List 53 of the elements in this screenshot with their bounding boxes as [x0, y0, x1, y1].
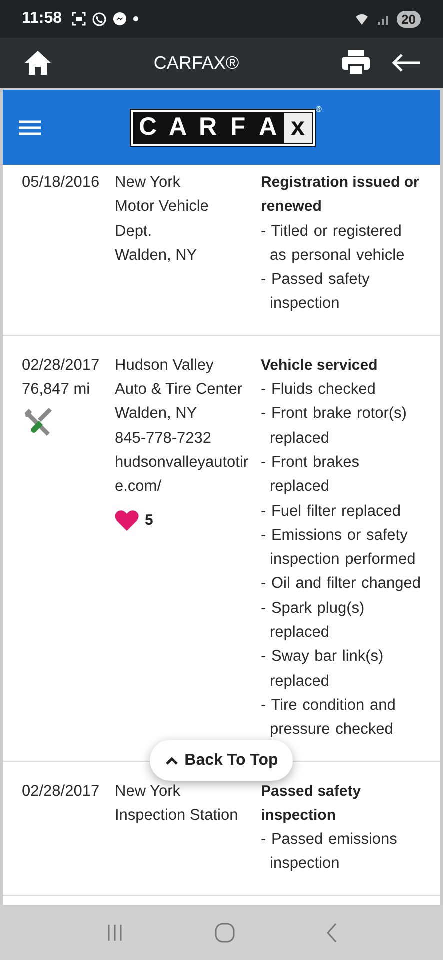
- source-line: Inspection Station: [115, 806, 240, 826]
- event-title: Registration issued or renewed: [261, 173, 420, 218]
- event-detail: - Sway bar link(s) replaced: [261, 647, 385, 692]
- event-detail: - Fluids checked: [261, 380, 377, 400]
- event-detail: - Emissions or safety inspection performed: [261, 526, 417, 570]
- source-line: Walden, NY: [115, 246, 198, 266]
- website-link[interactable]: hudsonvalleyautotire.com/: [115, 450, 261, 500]
- home-nav-icon[interactable]: [214, 922, 234, 942]
- source-line: New York: [115, 173, 182, 193]
- menu-icon[interactable]: [19, 120, 41, 136]
- wrench-screwdriver-icon: [22, 406, 54, 438]
- source-line: Walden, NY: [115, 404, 198, 424]
- app-title: CARFAX®: [152, 52, 240, 74]
- event-detail: - Titled or registered as personal vehicle: [261, 222, 406, 266]
- event-detail: - Passed emissions inspection: [261, 830, 398, 874]
- source-line: Auto & Tire Center: [115, 380, 244, 400]
- like-count: 5: [145, 512, 154, 529]
- event-title: Vehicle serviced: [261, 356, 379, 376]
- odometer: 76,847 mi: [22, 380, 92, 400]
- event-detail: - Tire condition and pressure checked: [261, 696, 397, 740]
- source-line: Dept.: [115, 222, 154, 242]
- event-detail: - Spark plug(s) replaced: [261, 598, 366, 644]
- wifi-icon: [354, 12, 371, 26]
- heart-icon: [115, 510, 139, 531]
- record-date: 05/18/2016: [22, 173, 101, 193]
- event-detail: - Front brake rotor(s) replaced: [261, 404, 408, 449]
- event-detail: - Front brakes replaced: [261, 452, 360, 498]
- print-icon[interactable]: [341, 49, 371, 77]
- screenshot-icon: [72, 12, 86, 26]
- home-icon[interactable]: [24, 50, 52, 76]
- messenger-icon: [113, 12, 128, 26]
- source-line: New York: [115, 782, 182, 802]
- battery-level: 20: [396, 10, 421, 28]
- dot-icon: [133, 16, 140, 22]
- event-title: Passed safety inspection: [261, 782, 362, 826]
- event-detail: - Fuel filter replaced: [261, 502, 402, 522]
- chevron-up-icon: [164, 756, 179, 766]
- phone-chat-icon: [92, 12, 108, 26]
- record-date: 02/28/2017: [22, 356, 101, 376]
- record-date: 02/28/2017: [22, 782, 101, 802]
- registered-mark: ®: [316, 106, 322, 114]
- source-line: Hudson Valley: [115, 356, 215, 376]
- clock: 11:58: [22, 10, 62, 28]
- signal-icon: [376, 13, 391, 25]
- back-nav-icon[interactable]: [326, 922, 338, 942]
- source-line: 845-778-7232: [115, 428, 213, 449]
- back-to-top-button[interactable]: Back To Top: [150, 740, 293, 781]
- carfax-logo: C A R F A x: [131, 110, 315, 146]
- event-detail: - Oil and filter changed: [261, 574, 421, 594]
- back-arrow-icon[interactable]: [391, 53, 421, 73]
- source-line: Motor Vehicle: [115, 197, 210, 218]
- event-detail: - Passed safety inspection: [261, 270, 371, 314]
- recent-apps-icon[interactable]: [106, 924, 124, 942]
